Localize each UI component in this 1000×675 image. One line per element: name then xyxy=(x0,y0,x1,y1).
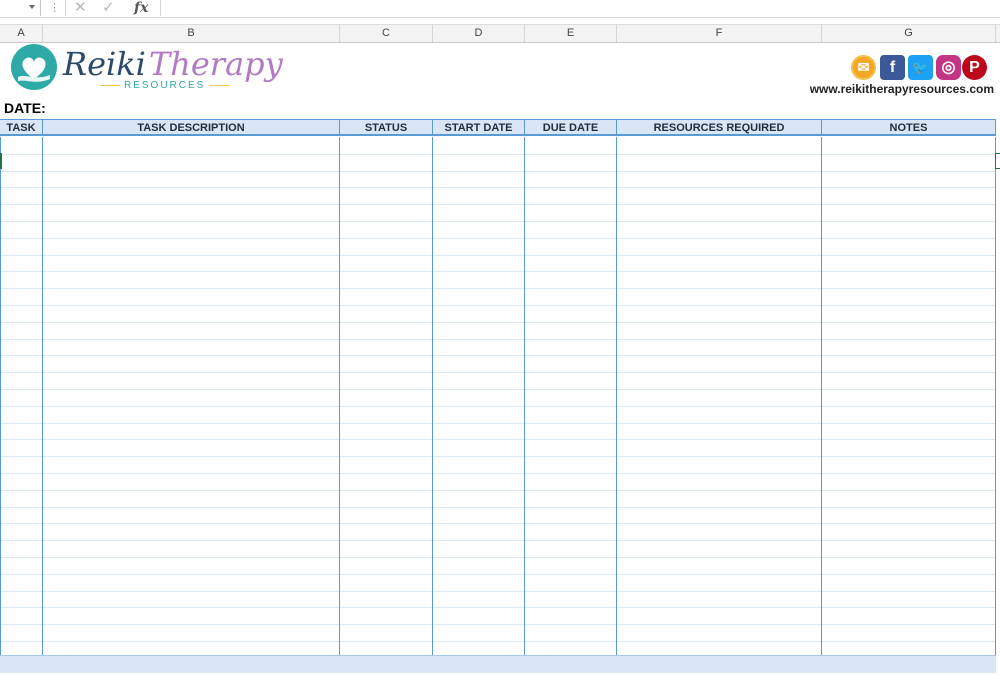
column-divider xyxy=(42,137,43,672)
table-row[interactable] xyxy=(0,507,996,508)
table-row[interactable] xyxy=(0,255,996,256)
formula-input[interactable] xyxy=(160,0,1000,16)
header-status[interactable]: STATUS xyxy=(340,120,433,135)
table-row[interactable] xyxy=(0,557,996,558)
table-row[interactable] xyxy=(0,406,996,407)
column-divider xyxy=(432,137,433,672)
column-header-a[interactable]: A xyxy=(0,25,43,42)
table-row[interactable] xyxy=(0,339,996,340)
table-header: TASK TASK DESCRIPTION STATUS START DATE … xyxy=(0,119,996,136)
column-headers: A B C D E F G xyxy=(0,24,1000,43)
header-notes[interactable]: NOTES xyxy=(822,120,996,135)
task-table-body[interactable] xyxy=(0,137,996,672)
table-row[interactable] xyxy=(0,439,996,440)
table-row[interactable] xyxy=(0,187,996,188)
table-row[interactable] xyxy=(0,288,996,289)
column-header-f[interactable]: F xyxy=(617,25,822,42)
header-start-date[interactable]: START DATE xyxy=(433,120,525,135)
table-footer-row[interactable] xyxy=(0,655,996,673)
selected-row-marker xyxy=(0,153,2,169)
table-row[interactable] xyxy=(0,305,996,306)
name-box-dropdown-icon[interactable] xyxy=(29,5,35,9)
table-row[interactable] xyxy=(0,641,996,642)
pinterest-icon[interactable]: P xyxy=(962,55,987,80)
header-task-description[interactable]: TASK DESCRIPTION xyxy=(43,120,340,135)
table-row[interactable] xyxy=(0,607,996,608)
logo-title: ReikiTherapy xyxy=(63,45,283,83)
table-row[interactable] xyxy=(0,271,996,272)
column-header-e[interactable]: E xyxy=(525,25,617,42)
formula-bar: ⋮ ✕ ✓ fx xyxy=(0,0,1000,18)
formula-bar-grip[interactable]: ⋮ xyxy=(49,2,60,14)
website-url[interactable]: www.reikitherapyresources.com xyxy=(760,82,994,96)
table-row[interactable] xyxy=(0,490,996,491)
table-row[interactable] xyxy=(0,423,996,424)
table-row[interactable] xyxy=(0,171,996,172)
column-header-b[interactable]: B xyxy=(43,25,340,42)
column-divider xyxy=(0,137,1,672)
logo-subtitle: RESOURCES xyxy=(96,80,233,91)
column-divider xyxy=(995,137,996,672)
twitter-icon[interactable]: 🐦 xyxy=(908,55,933,80)
heart-hand-icon xyxy=(11,44,57,90)
selected-cell-edge xyxy=(995,153,1000,169)
facebook-icon[interactable]: f xyxy=(880,55,905,80)
header-resources-required[interactable]: RESOURCES REQUIRED xyxy=(617,120,822,135)
table-row[interactable] xyxy=(0,456,996,457)
instagram-icon[interactable]: ◎ xyxy=(936,55,961,80)
column-header-g[interactable]: G xyxy=(822,25,996,42)
table-row[interactable] xyxy=(0,540,996,541)
header-task[interactable]: TASK xyxy=(0,120,43,135)
table-row[interactable] xyxy=(0,574,996,575)
email-icon[interactable]: ✉ xyxy=(851,55,876,80)
table-row[interactable] xyxy=(0,355,996,356)
table-row[interactable] xyxy=(0,523,996,524)
social-icons: ✉ f 🐦 ◎ P xyxy=(851,55,987,81)
formula-bar-buttons: ✕ ✓ fx xyxy=(65,0,161,16)
table-row[interactable] xyxy=(0,204,996,205)
table-row[interactable] xyxy=(0,473,996,474)
name-box[interactable] xyxy=(0,0,41,16)
logo-subtitle-text: RESOURCES xyxy=(124,80,206,91)
column-header-d[interactable]: D xyxy=(433,25,525,42)
column-header-c[interactable]: C xyxy=(340,25,433,42)
header-due-date[interactable]: DUE DATE xyxy=(525,120,617,135)
column-divider xyxy=(616,137,617,672)
table-row[interactable] xyxy=(0,154,996,155)
date-label: DATE: xyxy=(4,100,46,116)
reiki-therapy-logo: ReikiTherapy RESOURCES xyxy=(10,43,283,95)
table-row[interactable] xyxy=(0,389,996,390)
table-row[interactable] xyxy=(0,322,996,323)
logo-word-reiki: Reiki xyxy=(63,45,146,83)
enter-icon[interactable]: ✓ xyxy=(102,0,115,16)
column-divider xyxy=(339,137,340,672)
table-row[interactable] xyxy=(0,372,996,373)
table-row[interactable] xyxy=(0,591,996,592)
table-row[interactable] xyxy=(0,624,996,625)
insert-function-icon[interactable]: fx xyxy=(134,0,148,16)
column-divider xyxy=(524,137,525,672)
column-divider xyxy=(821,137,822,672)
logo-word-therapy: Therapy xyxy=(148,45,283,83)
table-row[interactable] xyxy=(0,238,996,239)
cancel-icon[interactable]: ✕ xyxy=(74,0,87,16)
table-row[interactable] xyxy=(0,221,996,222)
